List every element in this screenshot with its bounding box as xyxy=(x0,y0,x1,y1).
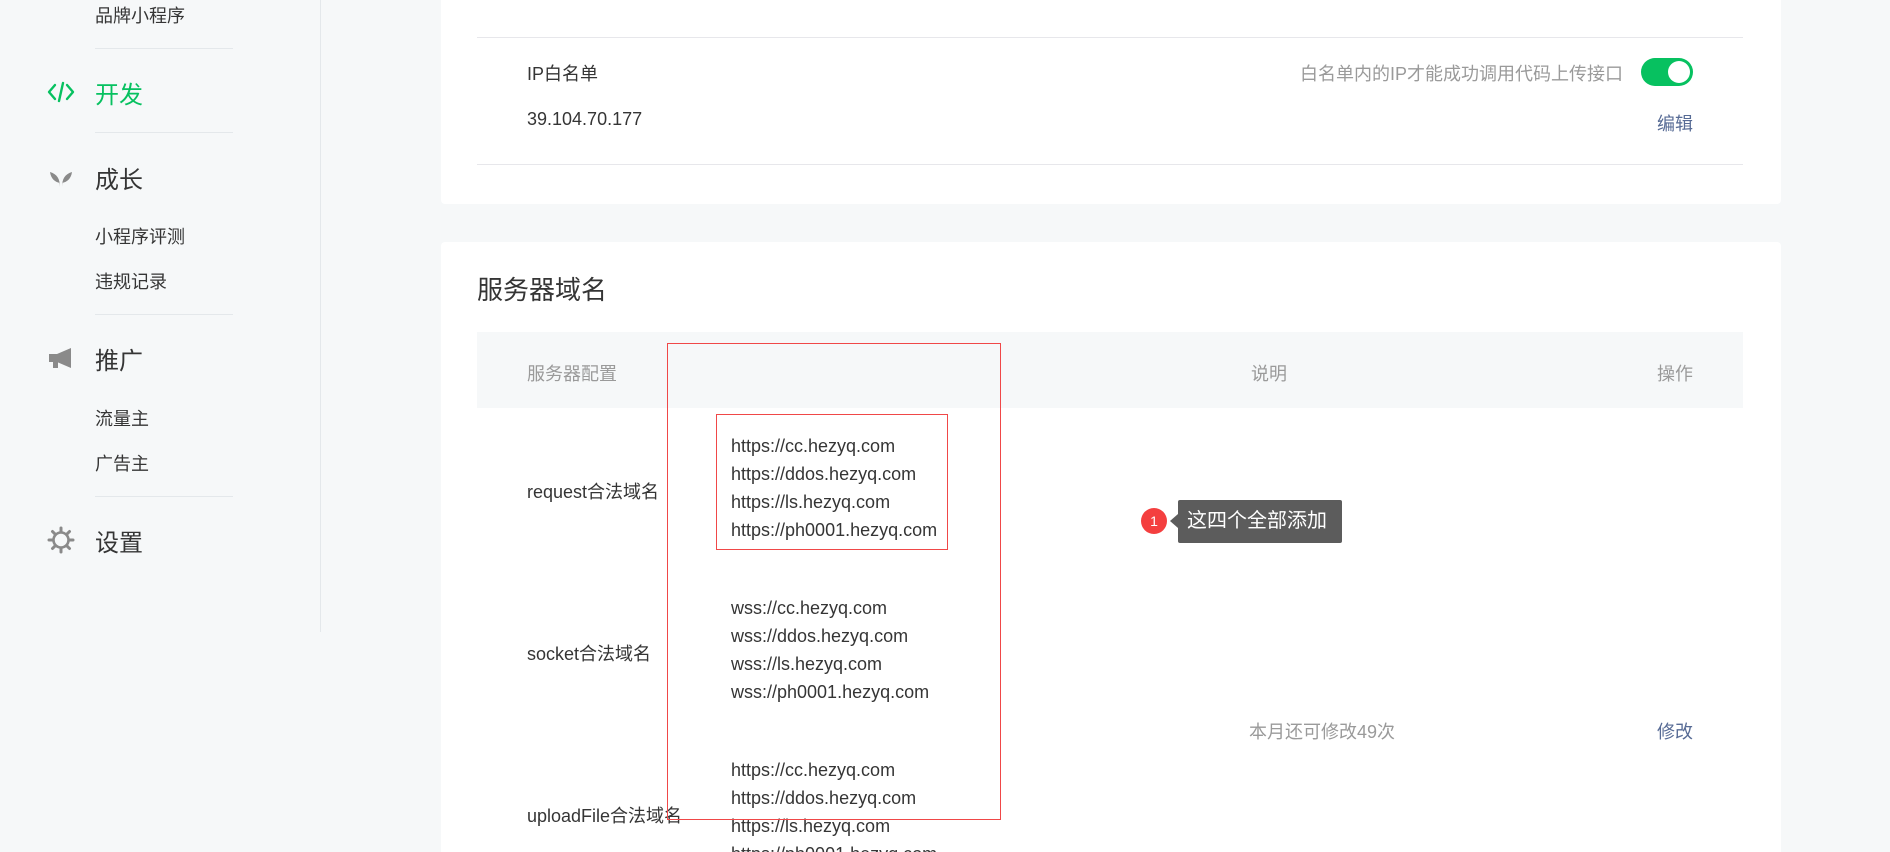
domain-list-uploadfile: https://cc.hezyq.com https://ddos.hezyq.… xyxy=(731,756,937,852)
domain-list-socket: wss://cc.hezyq.com wss://ddos.hezyq.com … xyxy=(731,594,929,706)
modify-count-note: 本月还可修改49次 xyxy=(1249,722,1396,742)
server-domain-card: 服务器域名 服务器配置 说明 操作 request合法域名 https://cc… xyxy=(441,242,1781,852)
sidebar-item-brand-miniprogram[interactable]: 品牌小程序 xyxy=(95,4,185,28)
sidebar-item-miniprogram-review[interactable]: 小程序评测 xyxy=(95,225,185,249)
column-header-action: 操作 xyxy=(1657,364,1693,384)
toggle-knob xyxy=(1668,61,1690,83)
modify-link[interactable]: 修改 xyxy=(1657,718,1693,744)
divider xyxy=(477,164,1743,165)
sidebar-item-advertiser[interactable]: 广告主 xyxy=(95,452,149,476)
sidebar-divider xyxy=(95,48,233,49)
domain-item: https://ddos.hezyq.com xyxy=(731,788,917,808)
annotation-tooltip: 这四个全部添加 xyxy=(1170,500,1342,543)
domain-list-request: https://cc.hezyq.com https://ddos.hezyq.… xyxy=(731,432,937,544)
sidebar-item-settings[interactable]: 设置 xyxy=(46,520,143,560)
ip-whitelist-toggle[interactable] xyxy=(1641,58,1693,86)
ip-whitelist-description: 白名单内的IP才能成功调用代码上传接口 xyxy=(1299,64,1623,84)
domain-item: wss://ls.hezyq.com xyxy=(731,654,883,674)
section-title: 服务器域名 xyxy=(477,275,608,305)
ip-whitelist-title: IP白名单 xyxy=(527,64,599,84)
ip-whitelist-value: 39.104.70.177 xyxy=(527,109,643,129)
sidebar-item-label: 开发 xyxy=(95,81,143,109)
row-label-request: request合法域名 xyxy=(527,482,660,502)
row-label-uploadfile: uploadFile合法域名 xyxy=(527,806,683,826)
sprout-icon xyxy=(46,162,76,192)
sidebar-divider xyxy=(95,132,233,133)
sidebar: 品牌小程序 开发 成长 小程序评测 违规记录 推广 流量主 广告主 设置 xyxy=(0,0,321,632)
gear-icon xyxy=(46,525,76,555)
sidebar-item-traffic-owner[interactable]: 流量主 xyxy=(95,407,149,431)
domain-item: wss://ddos.hezyq.com xyxy=(731,626,909,646)
domain-item: wss://cc.hezyq.com xyxy=(731,598,888,618)
domain-item: https://ddos.hezyq.com xyxy=(731,464,917,484)
column-header-config: 服务器配置 xyxy=(527,364,617,384)
table-header: 服务器配置 说明 操作 xyxy=(477,332,1743,408)
sidebar-item-violation-records[interactable]: 违规记录 xyxy=(95,270,167,294)
sidebar-divider xyxy=(95,314,233,315)
sidebar-item-label: 设置 xyxy=(95,529,143,557)
sidebar-item-promotion[interactable]: 推广 xyxy=(46,338,143,378)
annotation-badge: 1 xyxy=(1141,508,1167,534)
code-icon xyxy=(46,77,76,107)
domain-item: https://cc.hezyq.com xyxy=(731,436,896,456)
divider xyxy=(477,37,1743,38)
sidebar-item-develop[interactable]: 开发 xyxy=(46,72,143,112)
domain-item: https://ls.hezyq.com xyxy=(731,816,891,836)
domain-item: wss://ph0001.hezyq.com xyxy=(731,682,930,702)
sidebar-item-growth[interactable]: 成长 xyxy=(46,157,143,197)
sidebar-item-label: 推广 xyxy=(95,347,143,375)
edit-link[interactable]: 编辑 xyxy=(1657,110,1693,136)
ip-whitelist-card: IP白名单 白名单内的IP才能成功调用代码上传接口 39.104.70.177 … xyxy=(441,0,1781,204)
sidebar-item-label: 成长 xyxy=(95,166,143,194)
column-header-description: 说明 xyxy=(1251,364,1287,384)
domain-item: https://ph0001.hezyq.com xyxy=(731,520,938,540)
domain-item: https://ls.hezyq.com xyxy=(731,492,891,512)
domain-item: https://ph0001.hezyq.com xyxy=(731,840,937,852)
megaphone-icon xyxy=(46,343,76,373)
row-label-socket: socket合法域名 xyxy=(527,644,652,664)
sidebar-divider xyxy=(95,496,233,497)
domain-item: https://cc.hezyq.com xyxy=(731,760,896,780)
